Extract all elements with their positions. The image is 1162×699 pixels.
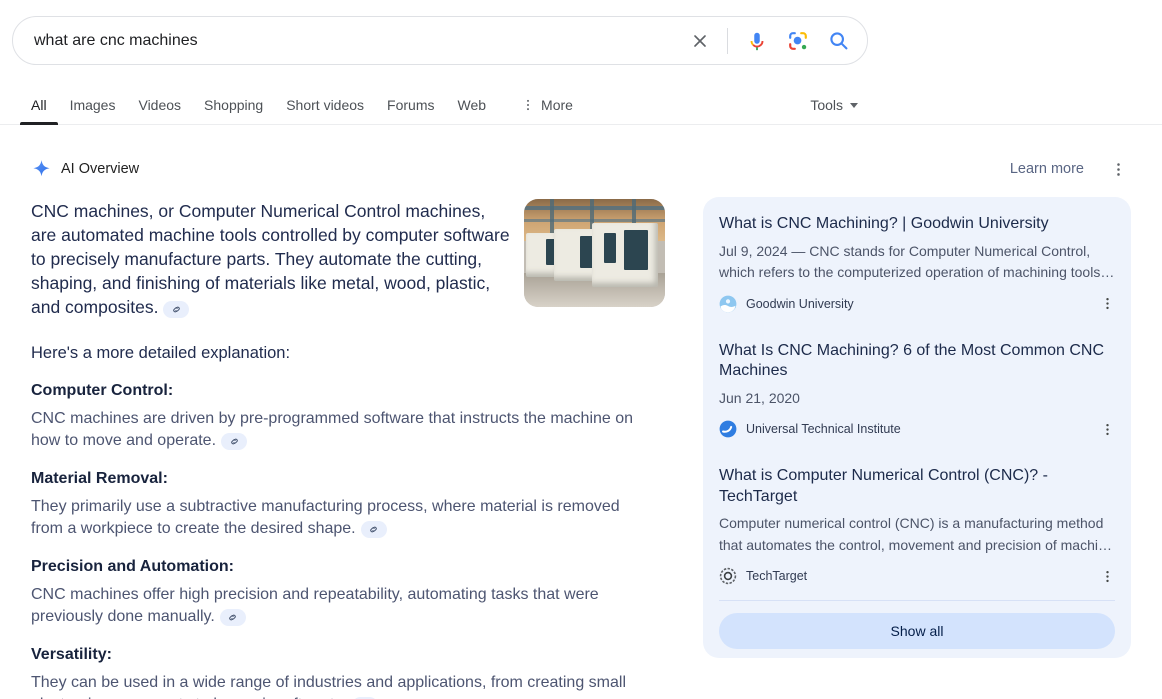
ai-overview-menu-button[interactable] <box>1110 161 1127 178</box>
section-body: CNC machines offer high precision and re… <box>31 586 599 625</box>
more-label: More <box>541 97 573 113</box>
result-menu-button[interactable] <box>1100 422 1115 437</box>
clear-search-icon[interactable] <box>688 29 712 53</box>
result-menu-button[interactable] <box>1100 296 1115 311</box>
goodwin-university-favicon <box>719 295 737 313</box>
section-heading: Computer Control: <box>31 381 665 401</box>
result-menu-button[interactable] <box>1100 569 1115 584</box>
kebab-menu-icon <box>1100 569 1115 584</box>
result-card-techtarget[interactable]: What is Computer Numerical Control (CNC)… <box>703 451 1131 598</box>
link-icon <box>171 304 182 315</box>
result-snippet: Jul 9, 2024 — CNC stands for Computer Nu… <box>719 241 1115 284</box>
source-link-chip[interactable] <box>163 301 189 318</box>
show-all-button[interactable]: Show all <box>719 613 1115 649</box>
techtarget-favicon <box>719 567 737 585</box>
result-title[interactable]: What Is CNC Machining? 6 of the Most Com… <box>719 341 1115 382</box>
microphone-icon[interactable] <box>745 29 769 53</box>
result-card-uti[interactable]: What Is CNC Machining? 6 of the Most Com… <box>703 326 1131 452</box>
section-versatility: Versatility: They can be used in a wide … <box>31 645 665 699</box>
tab-images[interactable]: Images <box>67 88 119 125</box>
search-bar <box>12 16 868 65</box>
tab-all[interactable]: All <box>28 88 50 125</box>
chevron-down-icon <box>850 103 858 108</box>
more-dots-icon <box>521 98 535 112</box>
section-material-removal: Material Removal: They primarily use a s… <box>31 469 665 540</box>
link-icon <box>368 524 379 535</box>
tab-more[interactable]: More <box>518 88 576 125</box>
kebab-menu-icon <box>1110 161 1127 178</box>
section-heading: Material Removal: <box>31 469 665 489</box>
source-link-chip[interactable] <box>221 433 247 450</box>
ai-intro-text: CNC machines, or Computer Numerical Cont… <box>31 201 510 317</box>
universal-technical-institute-favicon <box>719 420 737 438</box>
tab-short-videos[interactable]: Short videos <box>283 88 367 125</box>
section-precision-automation: Precision and Automation: CNC machines o… <box>31 557 665 628</box>
tab-videos[interactable]: Videos <box>135 88 184 125</box>
google-search-results-page: All Images Videos Shopping Short videos … <box>0 0 1162 699</box>
learn-more-link[interactable]: Learn more <box>1010 161 1084 177</box>
kebab-menu-icon <box>1100 422 1115 437</box>
result-source: Universal Technical Institute <box>746 422 901 436</box>
result-date: Jun 21, 2020 <box>719 388 1115 410</box>
result-source: TechTarget <box>746 569 807 583</box>
result-title[interactable]: What is CNC Machining? | Goodwin Univers… <box>719 214 1115 235</box>
ai-overview-header: AI Overview Learn more <box>31 156 1127 182</box>
section-body: CNC machines are driven by pre-programme… <box>31 410 633 449</box>
section-body: They primarily use a subtractive manufac… <box>31 498 620 537</box>
source-link-chip[interactable] <box>361 521 387 538</box>
result-source: Goodwin University <box>746 297 854 311</box>
tab-shopping[interactable]: Shopping <box>201 88 266 125</box>
tab-web[interactable]: Web <box>455 88 490 125</box>
ai-overview-label: AI Overview <box>61 161 139 177</box>
section-heading: Precision and Automation: <box>31 557 665 577</box>
related-sources-panel: What is CNC Machining? | Goodwin Univers… <box>703 197 1131 658</box>
result-title[interactable]: What is Computer Numerical Control (CNC)… <box>719 466 1115 507</box>
detail-heading: Here's a more detailed explanation: <box>31 342 665 364</box>
tools-label: Tools <box>810 97 843 113</box>
kebab-menu-icon <box>1100 296 1115 311</box>
link-icon <box>227 612 238 623</box>
search-icon[interactable] <box>827 29 851 53</box>
section-body: They can be used in a wide range of indu… <box>31 674 626 699</box>
source-link-chip[interactable] <box>220 609 246 626</box>
tab-forums[interactable]: Forums <box>384 88 437 125</box>
search-bar-divider <box>727 28 728 54</box>
link-icon <box>229 436 240 447</box>
google-lens-icon[interactable] <box>786 29 810 53</box>
results-nav: All Images Videos Shopping Short videos … <box>0 88 1162 125</box>
result-card-goodwin[interactable]: What is CNC Machining? | Goodwin Univers… <box>703 199 1131 326</box>
cnc-machines-photo[interactable] <box>524 199 665 307</box>
panel-divider <box>719 600 1115 601</box>
section-heading: Versatility: <box>31 645 665 665</box>
ai-intro-paragraph: CNC machines, or Computer Numerical Cont… <box>31 199 513 319</box>
section-computer-control: Computer Control: CNC machines are drive… <box>31 381 665 452</box>
search-input[interactable] <box>34 32 688 50</box>
result-snippet: Computer numerical control (CNC) is a ma… <box>719 513 1115 556</box>
ai-sparkle-icon <box>31 159 52 180</box>
ai-overview-content: CNC machines, or Computer Numerical Cont… <box>31 199 665 699</box>
tools-button[interactable]: Tools <box>810 97 858 113</box>
